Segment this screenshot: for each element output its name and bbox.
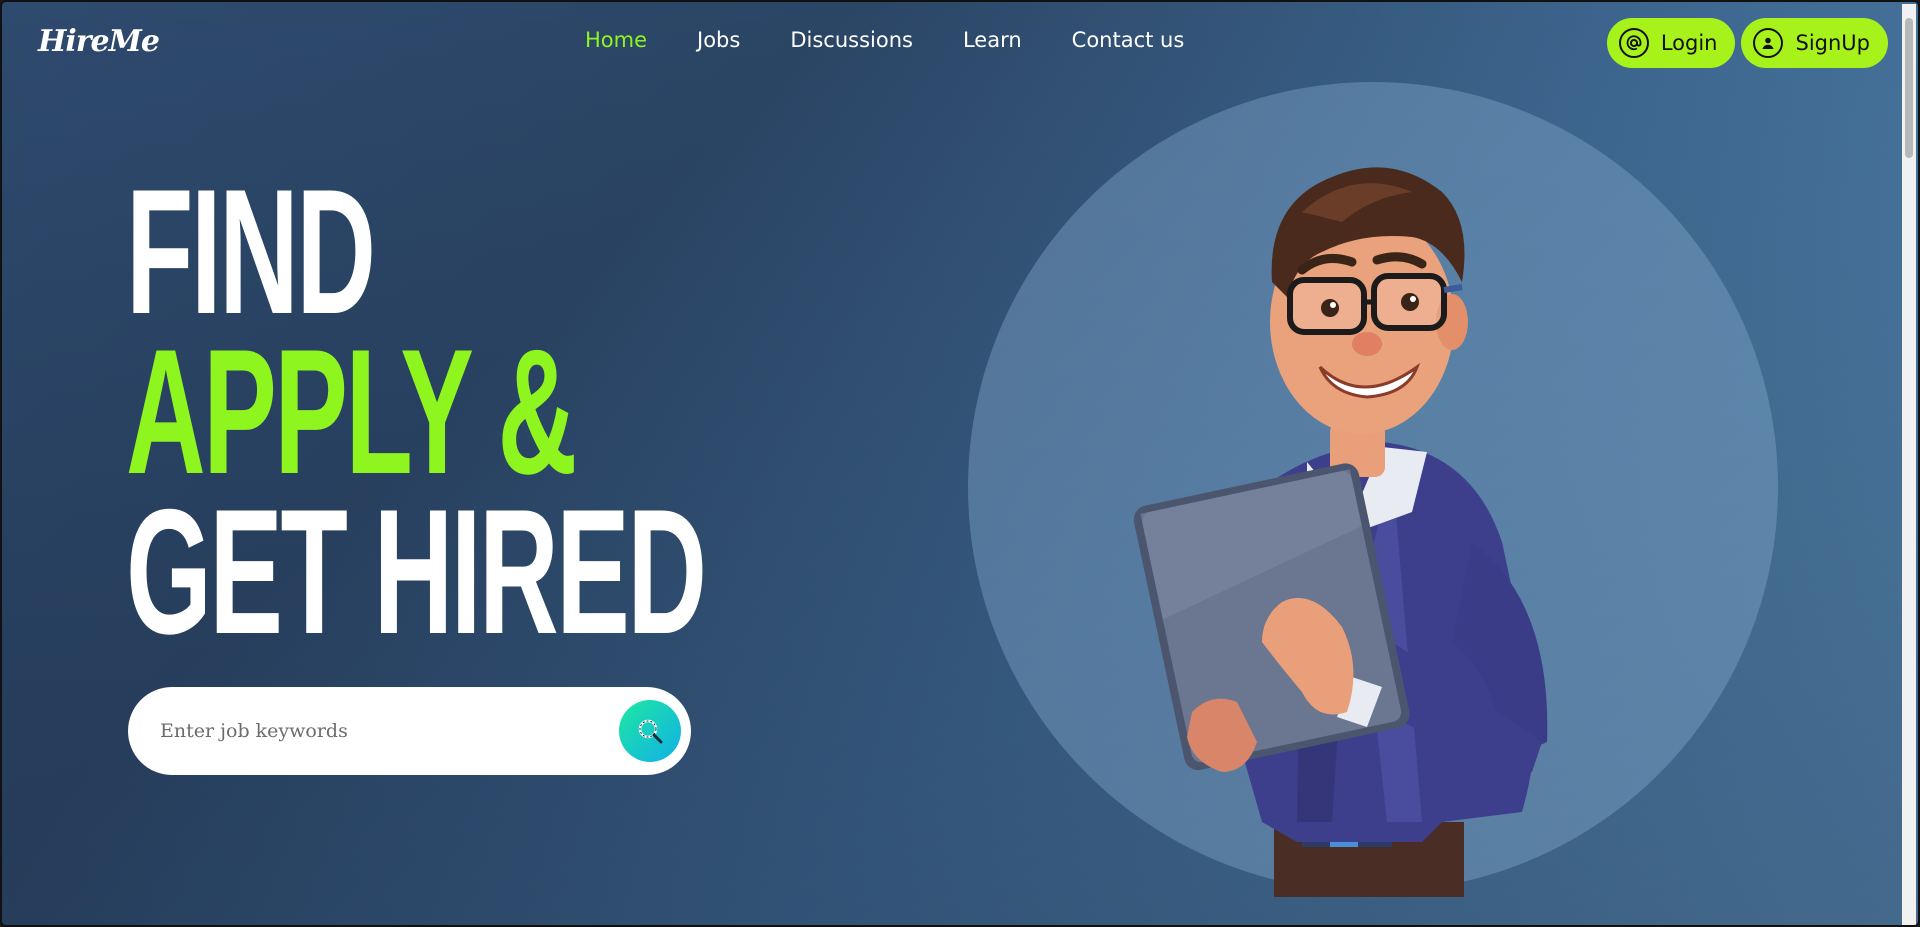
page-scrollbar[interactable] bbox=[1902, 4, 1916, 925]
hero-line-find: FIND bbox=[126, 152, 376, 351]
scrollbar-thumb[interactable] bbox=[1905, 18, 1913, 158]
signup-label: SignUp bbox=[1795, 31, 1870, 55]
nav-item-home[interactable]: Home bbox=[585, 28, 647, 52]
hero-line-get-hired: GET HIRED bbox=[126, 472, 707, 671]
hero-line-apply: APPLY & bbox=[126, 312, 577, 511]
auth-buttons: Login SignUp bbox=[1606, 18, 1888, 68]
nav-item-contact-us[interactable]: Contact us bbox=[1072, 28, 1185, 52]
page-frame: HireMe Home Jobs Discussions Learn Conta… bbox=[0, 0, 1920, 927]
nav-item-jobs[interactable]: Jobs bbox=[697, 28, 740, 52]
signup-button[interactable]: SignUp bbox=[1741, 18, 1888, 68]
job-search-input[interactable] bbox=[160, 720, 590, 742]
hero-illustration bbox=[1133, 167, 1548, 897]
at-circle-icon bbox=[1618, 28, 1649, 58]
user-circle-icon bbox=[1753, 28, 1784, 58]
login-button[interactable]: Login bbox=[1606, 18, 1736, 68]
search-button[interactable] bbox=[619, 700, 681, 762]
login-label: Login bbox=[1660, 31, 1718, 55]
nav-item-learn[interactable]: Learn bbox=[963, 28, 1022, 52]
job-search-bar bbox=[128, 687, 691, 775]
nav-item-discussions[interactable]: Discussions bbox=[790, 28, 913, 52]
main-nav: Home Jobs Discussions Learn Contact us bbox=[585, 28, 1184, 52]
hero-headline: FIND APPLY & GET HIRED bbox=[126, 152, 1059, 671]
logo[interactable]: HireMe bbox=[38, 24, 160, 59]
search-icon bbox=[638, 719, 663, 744]
